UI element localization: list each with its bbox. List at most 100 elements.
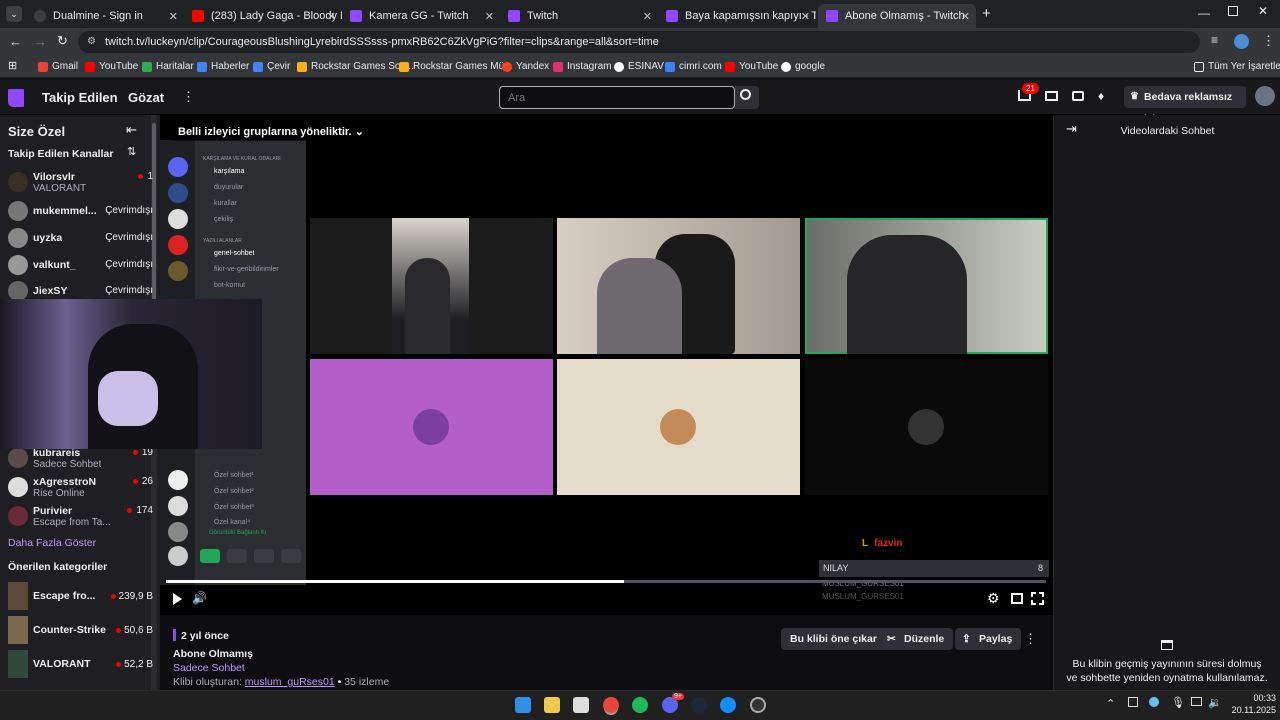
theatre-mode-icon[interactable] xyxy=(1011,593,1023,604)
apps-icon[interactable]: ⊞ xyxy=(8,59,17,72)
close-icon[interactable]: ✕ xyxy=(961,10,970,23)
play-icon[interactable] xyxy=(173,593,182,605)
new-tab-button[interactable]: + xyxy=(982,5,991,22)
more-icon[interactable]: ⋮ xyxy=(182,89,195,105)
server-icon xyxy=(168,183,188,203)
tab-kamera[interactable]: Kamera GG - Twitch ✕ xyxy=(342,4,500,28)
folder-icon xyxy=(1194,61,1204,72)
tab-twitch[interactable]: Twitch ✕ xyxy=(500,4,658,28)
tray-steam-icon[interactable] xyxy=(1149,697,1159,707)
chrome-icon[interactable] xyxy=(603,697,619,713)
address-bar[interactable]: ⚙ twitch.tv/luckeyn/clip/CourageousBlush… xyxy=(78,31,1200,53)
category-valorant[interactable]: VALORANT 52,2 B xyxy=(8,650,153,680)
bookmark-google[interactable]: google xyxy=(781,61,825,72)
store-icon[interactable] xyxy=(573,697,589,713)
audience-banner[interactable]: Belli izleyici gruplarına yöneliktir. ⌄ xyxy=(170,122,372,141)
channel-purivier[interactable]: Purivier Escape from Ta... 174 xyxy=(8,504,153,530)
minimize-button[interactable]: — xyxy=(1198,6,1210,20)
edit-button[interactable]: ✂ Düzenle xyxy=(880,628,954,650)
profile-avatar[interactable] xyxy=(1234,34,1249,49)
fullscreen-icon[interactable] xyxy=(1031,592,1044,605)
site-info-icon[interactable]: ⚙ xyxy=(87,31,96,53)
app-icon[interactable] xyxy=(750,697,766,713)
twitch-logo-icon[interactable] xyxy=(8,89,24,107)
extensions-icon[interactable]: ≡ xyxy=(1211,33,1218,47)
league-icon: L xyxy=(862,538,869,549)
viewer-number: 52,2 B xyxy=(124,659,153,670)
whisper-icon[interactable] xyxy=(1072,91,1084,101)
battle-net-icon[interactable] xyxy=(720,697,736,713)
channel-valkunt[interactable]: valkunt_ Çevrimdışı xyxy=(8,253,153,279)
steam-icon[interactable] xyxy=(691,697,707,713)
channel-vilorsvlr[interactable]: Vilorsvlr VALORANT 1 xyxy=(8,170,153,196)
spotify-icon[interactable] xyxy=(632,697,648,713)
settings-icon[interactable]: ⚙ xyxy=(987,590,1000,607)
progress-track[interactable] xyxy=(166,580,1046,583)
speaker-icon[interactable]: 🔉 xyxy=(1208,696,1222,709)
crown-icon[interactable]: ♦ xyxy=(1098,89,1104,103)
bookmark-yandex[interactable]: Yandex xyxy=(502,61,549,72)
network-icon[interactable] xyxy=(1191,697,1202,706)
bookmark-instagram[interactable]: Instagram xyxy=(553,61,611,72)
category-escape[interactable]: Escape fro... 239,9 B xyxy=(8,582,153,612)
menu-icon[interactable]: ⋮ xyxy=(1262,33,1275,49)
more-options-icon[interactable]: ⋮ xyxy=(1024,631,1037,647)
bookmark-translate[interactable]: Çevir xyxy=(253,61,290,72)
clock-date[interactable]: 20.11.2025 xyxy=(1226,705,1276,715)
mail-icon[interactable] xyxy=(1045,91,1058,101)
bookmark-rockstar-music[interactable]: Rockstar Games Mü... xyxy=(399,61,512,72)
reload-icon[interactable]: ↻ xyxy=(57,33,68,49)
bookmark-esinav[interactable]: ESINAV xyxy=(614,61,664,72)
close-icon[interactable]: ✕ xyxy=(327,10,336,23)
show-more-link[interactable]: Daha Fazla Göster xyxy=(8,537,96,549)
close-icon[interactable]: ✕ xyxy=(643,10,652,23)
bookmark-gmail[interactable]: Gmail xyxy=(38,61,78,72)
back-icon[interactable]: ← xyxy=(9,34,22,49)
microphone-icon[interactable]: 🎙 xyxy=(1171,696,1185,709)
all-bookmarks[interactable]: Tüm Yer İşaretleri xyxy=(1194,61,1280,72)
clip-creator-line: Klibi oluşturan: muslum_guRses01 • 35 iz… xyxy=(173,676,389,688)
tab-abone[interactable]: Abone Olmamış - Twitch ✕ xyxy=(818,4,976,28)
channel-xagresstron[interactable]: xAgresstroN Rise Online 26 xyxy=(8,475,153,501)
channel-mukemmel[interactable]: mukemmel... Çevrimdışı xyxy=(8,199,153,225)
tab-search-button[interactable]: ⌄ xyxy=(6,6,22,22)
close-icon[interactable]: ✕ xyxy=(485,10,494,23)
sort-icon[interactable]: ⇅ xyxy=(127,145,136,158)
bookmark-maps[interactable]: Haritalar xyxy=(142,61,194,72)
search-button[interactable] xyxy=(735,86,759,109)
tray-chevron-icon[interactable]: ⌃ xyxy=(1106,697,1115,710)
channel-uyzka[interactable]: uyzka Çevrimdışı xyxy=(8,226,153,252)
tab-baya[interactable]: Baya kapamışsın kapıyı - Twitch✕ xyxy=(658,4,816,28)
feature-clip-button[interactable]: Bu klibi öne çıkar xyxy=(781,628,886,650)
channel-kubrareis[interactable]: kubrareis Sadece Sohbet 19 xyxy=(8,446,153,472)
maximize-button[interactable] xyxy=(1228,6,1238,16)
viewer-number: 174 xyxy=(136,505,153,516)
forward-icon[interactable]: → xyxy=(34,34,47,49)
bookmark-youtube[interactable]: YouTube xyxy=(85,61,138,72)
ad-free-button[interactable]: ♛Bedava reklamsız izle xyxy=(1124,86,1246,125)
tray-app-icon[interactable] xyxy=(1128,697,1138,707)
collapse-icon[interactable]: ⇤ xyxy=(126,122,137,138)
user-avatar[interactable] xyxy=(1255,86,1275,106)
share-button[interactable]: ⇪ Paylaş xyxy=(955,628,1022,650)
bookmark-news[interactable]: Haberler xyxy=(197,61,249,72)
bookmark-youtube-2[interactable]: YouTube xyxy=(725,61,778,72)
clock-time[interactable]: 00:33 xyxy=(1236,693,1276,703)
rockstar-icon xyxy=(399,61,409,72)
close-icon[interactable]: ✕ xyxy=(801,10,810,23)
nav-browse[interactable]: Gözat xyxy=(128,90,164,105)
tab-dualmine[interactable]: Dualmine - Sign in ✕ xyxy=(26,4,184,28)
bookmark-rockstar-social[interactable]: Rockstar Games Soc... xyxy=(297,61,414,72)
search-input[interactable] xyxy=(499,86,735,109)
bookmark-cimri[interactable]: cimri.com xyxy=(665,61,722,72)
category-counter-strike[interactable]: Counter-Strike 50,6 B xyxy=(8,616,153,646)
nav-following[interactable]: Takip Edilen xyxy=(42,90,118,105)
clip-category[interactable]: Sadece Sohbet xyxy=(173,662,245,674)
close-icon[interactable]: ✕ xyxy=(169,10,178,23)
volume-icon[interactable]: 🔊 xyxy=(192,591,207,605)
windows-start-icon[interactable] xyxy=(515,697,531,713)
close-window-button[interactable]: ✕ xyxy=(1258,4,1268,18)
creator-link[interactable]: muslum_guRses01 xyxy=(245,676,335,688)
tab-youtube[interactable]: (283) Lady Gaga - Bloody Mary✕ xyxy=(184,4,342,28)
file-explorer-icon[interactable] xyxy=(544,697,560,713)
